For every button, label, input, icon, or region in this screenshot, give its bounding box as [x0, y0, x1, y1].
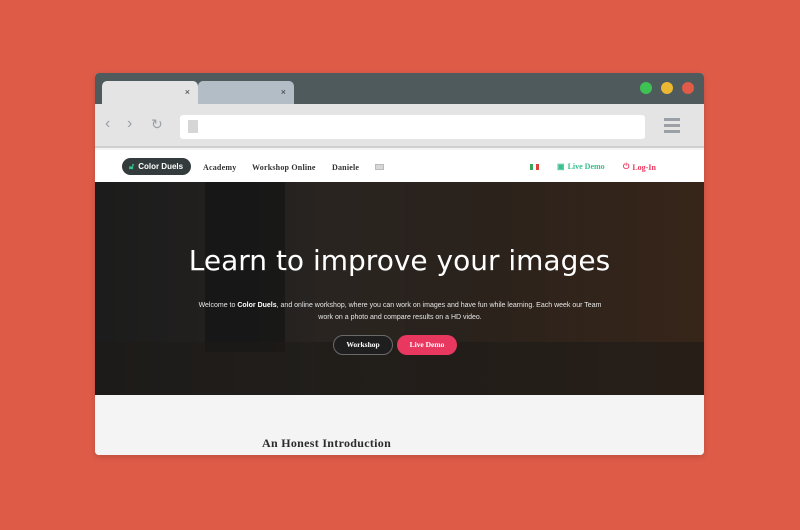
- hamburger-icon[interactable]: [664, 118, 680, 136]
- close-window-button[interactable]: [682, 82, 694, 94]
- browser-tab-active[interactable]: ×: [102, 81, 198, 104]
- browser-toolbar: ‹ › ↻: [95, 104, 704, 148]
- monitor-icon: ▣: [557, 162, 565, 171]
- section-title: An Honest Introduction: [262, 436, 392, 450]
- maximize-button[interactable]: [640, 82, 652, 94]
- minimize-button[interactable]: [661, 82, 673, 94]
- chevron-right-icon[interactable]: ›: [127, 115, 132, 133]
- hero-description: Welcome to Color Duels, and online works…: [198, 302, 602, 321]
- power-icon: ⏻: [623, 162, 630, 171]
- nav-link-daniele[interactable]: Daniele: [332, 163, 359, 172]
- live-demo-button[interactable]: Live Demo: [397, 335, 457, 355]
- site-navbar: 🔓︎ Color Duels Academy Workshop Online D…: [95, 150, 704, 182]
- chevron-left-icon[interactable]: ‹: [105, 115, 110, 133]
- login-link[interactable]: ⏻ Log-In: [623, 162, 656, 172]
- page-icon: [188, 120, 198, 133]
- italian-flag-icon[interactable]: [530, 164, 539, 170]
- workshop-button[interactable]: Workshop: [333, 335, 393, 355]
- brand-logo-button[interactable]: 🔓︎ Color Duels: [122, 158, 192, 175]
- nav-link-academy[interactable]: Academy: [203, 163, 236, 172]
- tab-close-icon[interactable]: ×: [281, 87, 286, 97]
- intro-section: An Honest Introduction: [95, 395, 704, 455]
- window-controls: [640, 82, 694, 94]
- live-demo-link[interactable]: ▣ Live Demo: [557, 162, 605, 171]
- browser-tab-inactive[interactable]: ×: [198, 81, 294, 104]
- hero-title: Learn to improve your images: [188, 244, 611, 277]
- browser-window: × × ‹ › ↻ 🔓︎ Color Duels Academy Worksho…: [95, 73, 704, 455]
- hero-section: Learn to improve your images Welcome to …: [95, 182, 704, 395]
- brand-label: Color Duels: [138, 162, 184, 171]
- reload-icon[interactable]: ↻: [151, 115, 163, 133]
- uk-flag-icon[interactable]: [375, 164, 384, 170]
- address-bar[interactable]: [180, 115, 645, 139]
- browser-titlebar: × ×: [95, 73, 704, 104]
- lock-icon: 🔓︎: [129, 162, 135, 171]
- nav-link-workshop-online[interactable]: Workshop Online: [252, 163, 316, 172]
- tab-close-icon[interactable]: ×: [185, 87, 190, 97]
